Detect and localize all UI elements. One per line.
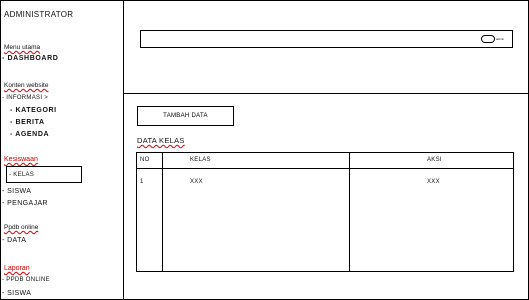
- table-header-aksi: AKSI: [427, 157, 442, 163]
- sidebar-title: ADMINISTRATOR: [4, 10, 74, 19]
- table-header-kelas: KELAS: [190, 157, 211, 163]
- add-data-button[interactable]: TAMBAH DATA: [137, 106, 234, 126]
- sidebar-item-dashboard[interactable]: - DASHBOARD: [2, 55, 58, 62]
- sidebar-item-siswa[interactable]: - SISWA: [2, 188, 31, 195]
- table-column-divider: [349, 153, 350, 271]
- sidebar-heading-laporan: Laporan: [4, 265, 30, 272]
- sidebar: ADMINISTRATOR Menu utama - DASHBOARD Kon…: [0, 0, 124, 300]
- toggle-icon[interactable]: [481, 35, 495, 43]
- sidebar-heading-konten-website: Konten website: [4, 82, 49, 89]
- sidebar-item-pengajar[interactable]: - PENGAJAR: [2, 200, 48, 207]
- table-column-divider: [162, 153, 163, 271]
- table-header-divider: [137, 168, 513, 169]
- sidebar-subitem-berita[interactable]: - BERITA: [10, 119, 45, 126]
- sidebar-subitem-kategori[interactable]: - KATEGORI: [10, 107, 57, 114]
- sidebar-item-ppdb-online[interactable]: - PPDB ONLINE: [2, 277, 50, 283]
- section-title: DATA KELAS: [137, 136, 185, 145]
- sidebar-subitem-agenda[interactable]: - AGENDA: [10, 131, 49, 138]
- sidebar-item-kelas[interactable]: - KELAS: [9, 172, 34, 178]
- table-cell-aksi[interactable]: XXX: [427, 179, 440, 185]
- table-cell-kelas: XXX: [190, 179, 203, 185]
- sidebar-item-data[interactable]: - DATA: [2, 237, 26, 244]
- search-input[interactable]: [140, 30, 513, 48]
- sidebar-heading-menu-utama: Menu utama: [4, 44, 41, 51]
- sidebar-heading-kesiswaan: Kesiswaan: [4, 156, 38, 163]
- data-table: NO KELAS AKSI 1 XXX XXX: [136, 152, 514, 272]
- sidebar-item-laporan-siswa[interactable]: - SISWA: [2, 290, 31, 297]
- sidebar-item-informasi[interactable]: - INFORMASI >: [2, 95, 48, 101]
- table-cell-no: 1: [140, 179, 144, 185]
- toggle-label: admin: [496, 37, 505, 41]
- sidebar-heading-ppdb-online: Ppdb online: [4, 224, 39, 231]
- table-header-no: NO: [140, 157, 150, 163]
